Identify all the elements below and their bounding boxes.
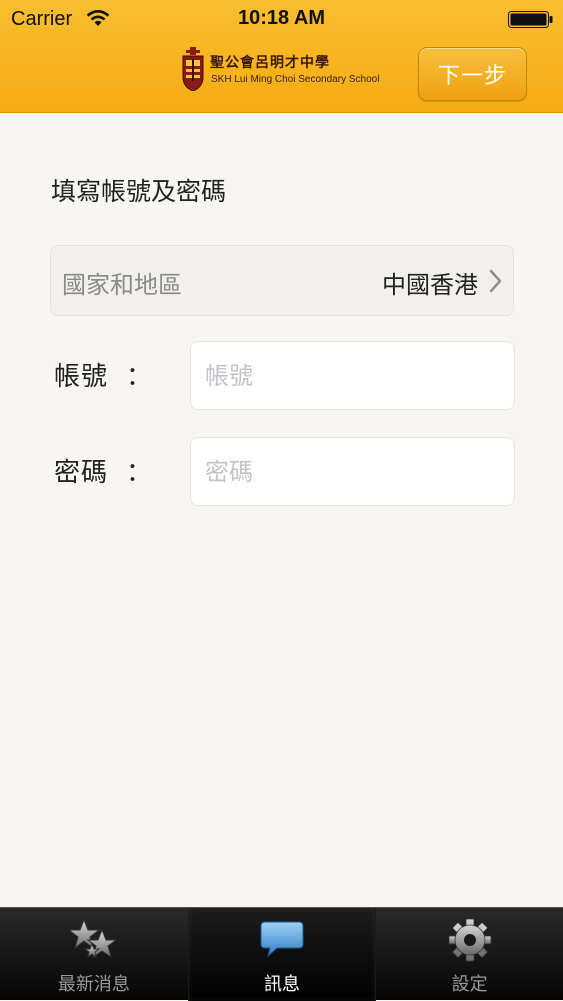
account-label: 帳號 [54, 362, 109, 392]
status-bar: Carrier 10:18 AM [0, 0, 563, 38]
tab-messages[interactable]: 訊息 [187, 908, 376, 1001]
tab-label: 訊息 [264, 974, 300, 995]
school-name-english: SKH Lui Ming Choi Secondary School [211, 74, 380, 85]
stars-icon [69, 918, 118, 959]
password-colon: ： [126, 458, 153, 488]
tab-bar: 最新消息 訊息 設定 [0, 907, 563, 1001]
tab-latest-news[interactable]: 最新消息 [0, 908, 188, 1001]
school-name-chinese: 聖公會呂明才中學 [210, 55, 330, 71]
chevron-right-icon [489, 269, 502, 293]
page-title: 填寫帳號及密碼 [51, 177, 227, 206]
speech-bubble-icon [260, 921, 304, 958]
login-form: 填寫帳號及密碼 國家和地區 中國香港 帳號 ： 密碼 ： [0, 114, 563, 907]
tab-label: 設定 [451, 974, 488, 995]
clock: 10:18 AM [237, 7, 326, 29]
password-label: 密碼 [54, 458, 109, 488]
header: Carrier 10:18 AM 聖公會呂明才中學 SKH Lui Ming C… [0, 0, 563, 113]
account-input[interactable] [190, 341, 515, 410]
region-selector[interactable]: 國家和地區 中國香港 [50, 245, 514, 316]
next-step-button[interactable]: 下一步 [418, 47, 527, 101]
password-input[interactable] [190, 437, 515, 506]
region-value: 中國香港 [382, 271, 478, 299]
school-crest-icon [182, 47, 204, 91]
account-colon: ： [126, 362, 153, 392]
region-label: 國家和地區 [62, 271, 182, 299]
tab-settings[interactable]: 設定 [375, 908, 563, 1001]
battery-icon [508, 11, 553, 28]
gear-icon [448, 918, 492, 962]
tab-label: 最新消息 [57, 974, 130, 995]
